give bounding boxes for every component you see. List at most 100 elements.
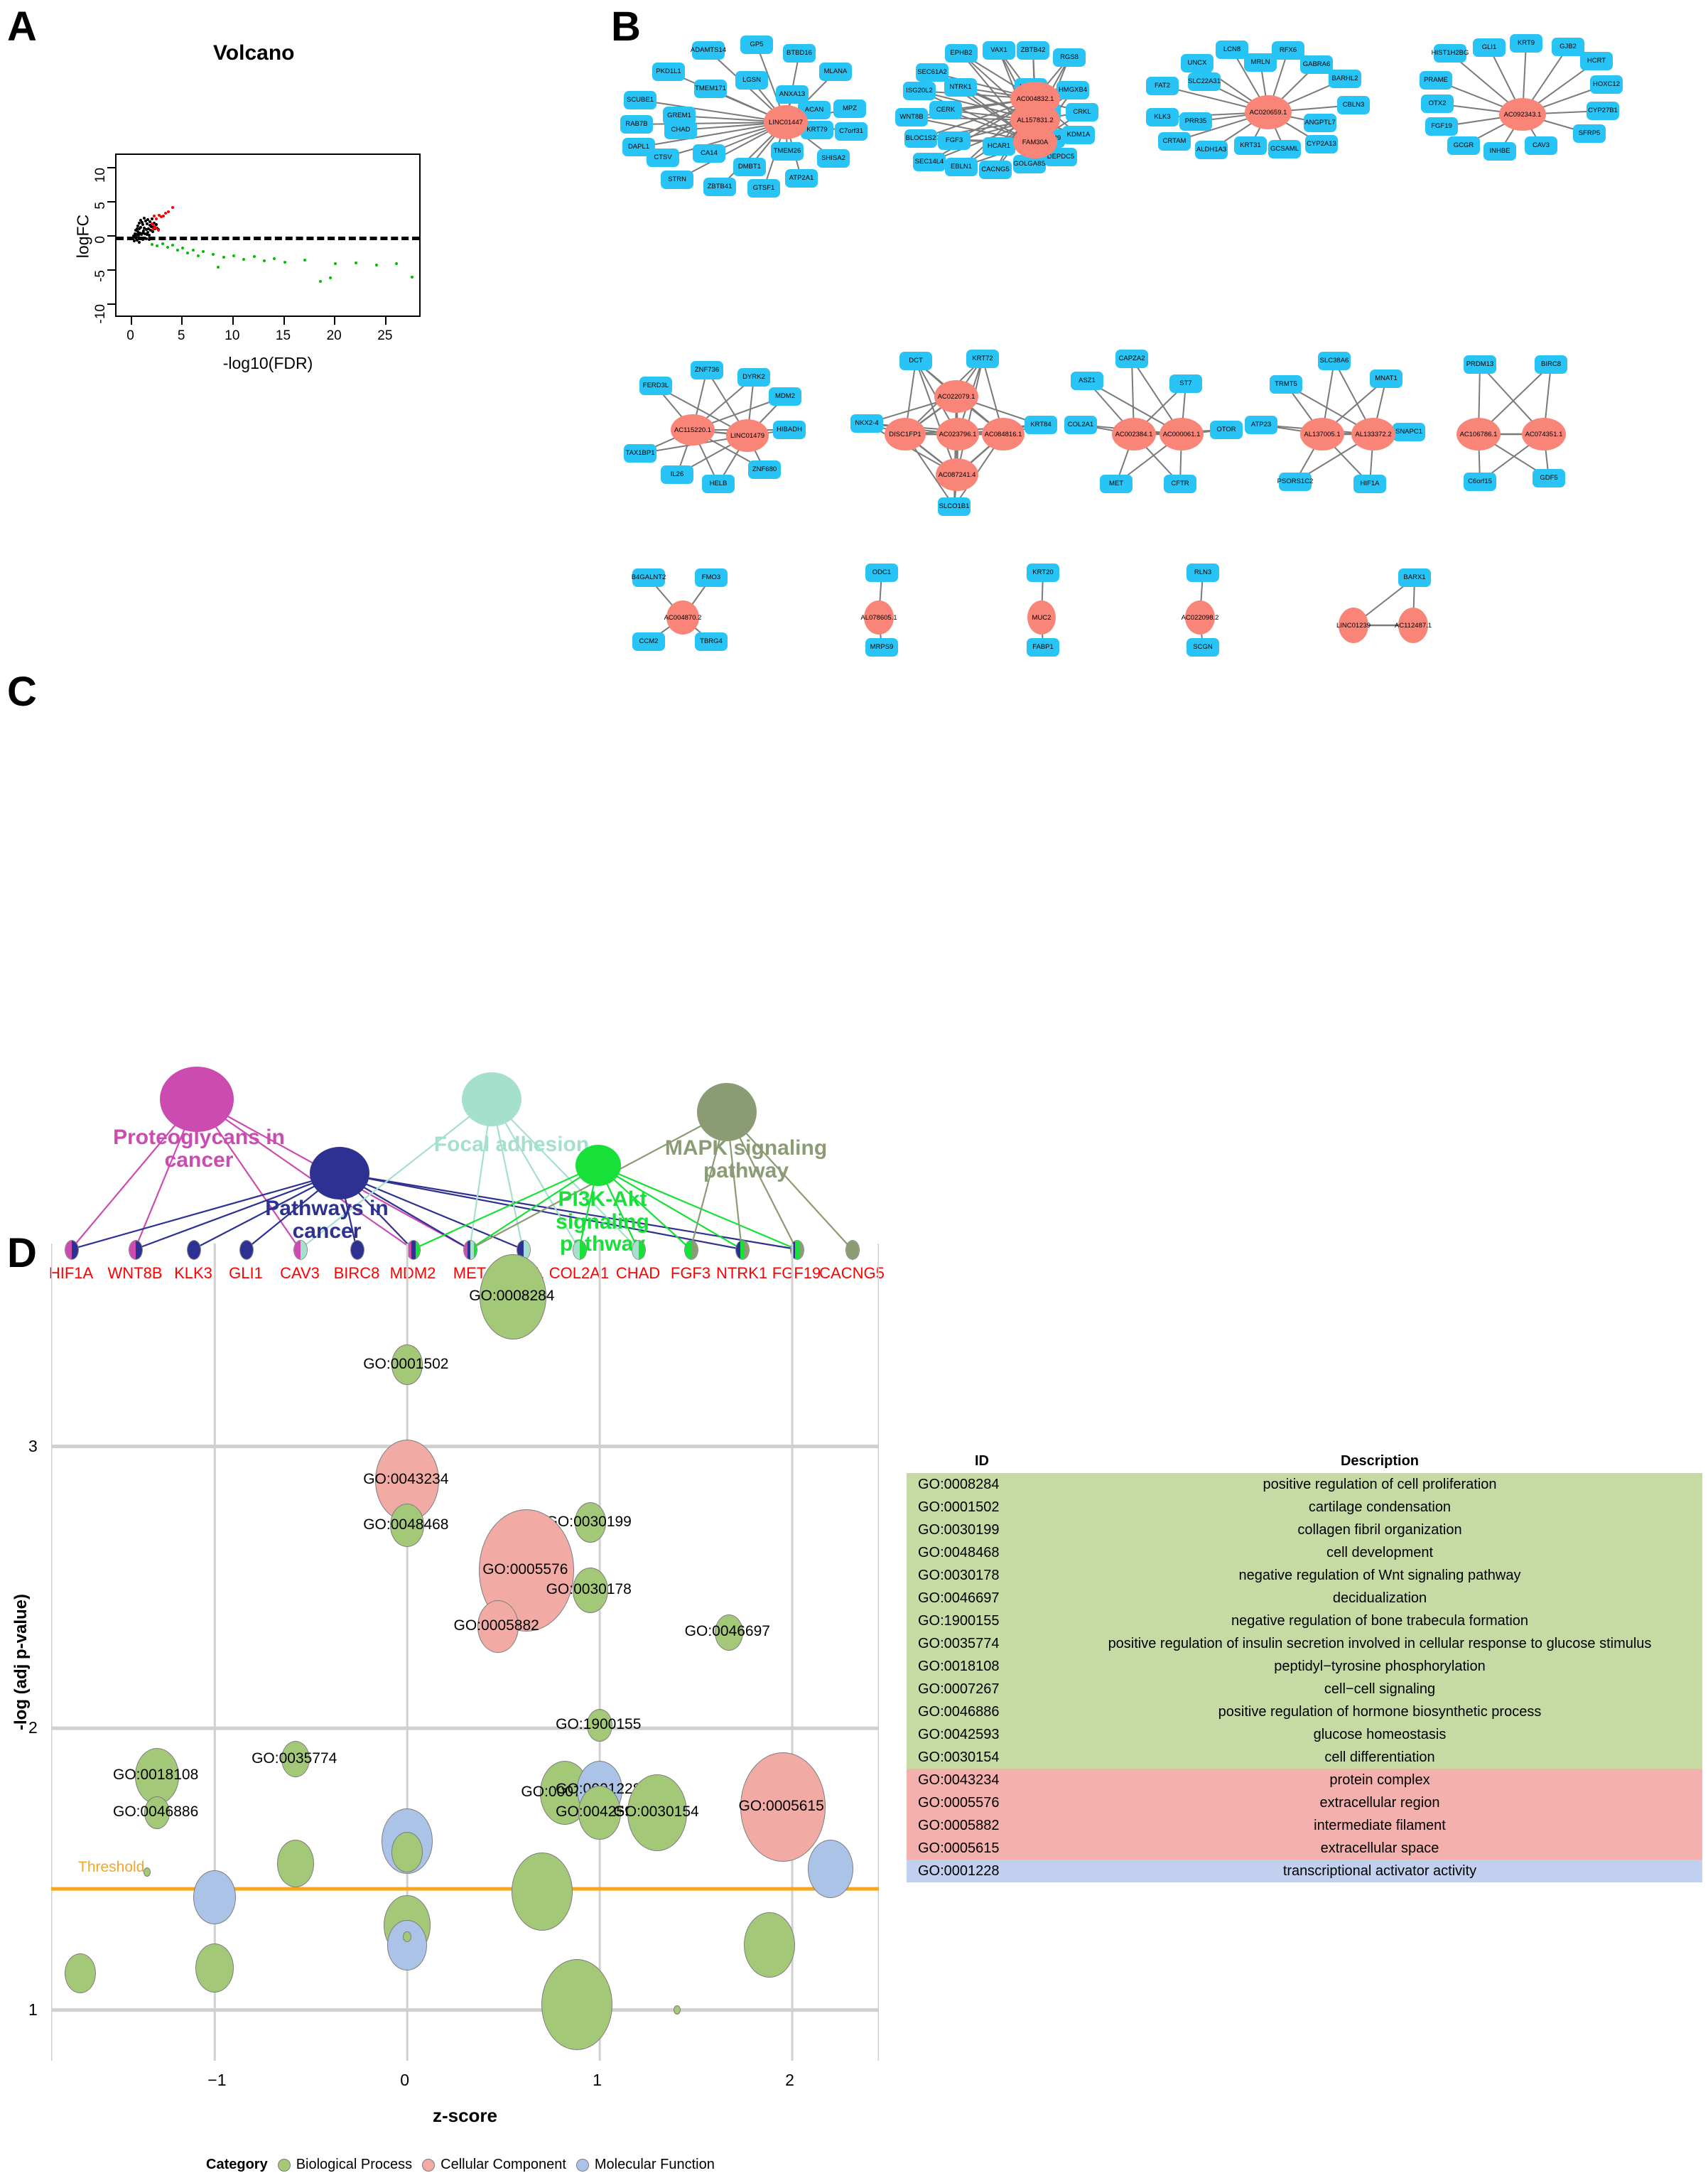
network-gene-node[interactable]: CRTAM	[1158, 132, 1191, 151]
network-gene-node[interactable]: MRPS9	[865, 638, 898, 657]
network-gene-node[interactable]: KRT9	[1510, 34, 1542, 53]
network-gene-node[interactable]: ATP2A1	[785, 169, 818, 188]
network-gene-node[interactable]: KLK3	[1146, 108, 1179, 126]
network-gene-node[interactable]: SEC61A2	[916, 63, 948, 82]
network-gene-node[interactable]: VAX1	[983, 41, 1015, 60]
network-gene-node[interactable]: KDM1A	[1062, 126, 1095, 144]
go-bubble[interactable]	[195, 1943, 234, 1993]
network-gene-node[interactable]: ODC1	[865, 564, 898, 582]
network-gene-node[interactable]: MET	[1100, 475, 1133, 493]
network-gene-node[interactable]: HIST1H2BG	[1434, 44, 1466, 63]
network-hub-node[interactable]: AC115220.1	[671, 414, 715, 446]
network-gene-node[interactable]: HMGXB4	[1056, 81, 1089, 99]
network-gene-node[interactable]: MDM2	[769, 387, 801, 406]
network-gene-node[interactable]: CCM2	[632, 632, 665, 651]
network-gene-node[interactable]: TRMT5	[1270, 375, 1302, 394]
network-gene-node[interactable]: NKX2-4	[850, 414, 883, 433]
network-gene-node[interactable]: GP5	[740, 36, 773, 54]
network-gene-node[interactable]: EPHB2	[945, 44, 978, 63]
go-bubble[interactable]	[541, 1959, 612, 2050]
network-gene-node[interactable]: OTOR	[1210, 421, 1243, 439]
go-bubble[interactable]	[391, 1832, 423, 1872]
network-hub-node[interactable]: AC020659.1	[1245, 95, 1292, 129]
network-gene-node[interactable]: BLOC1S2	[904, 129, 937, 148]
network-gene-node[interactable]: TMEM171	[694, 80, 727, 98]
network-gene-node[interactable]: TMEM26	[771, 142, 804, 161]
network-gene-node[interactable]: CERK	[929, 101, 962, 119]
network-hub-node[interactable]: AC022079.1	[934, 380, 978, 413]
network-gene-node[interactable]: ST7	[1169, 374, 1202, 393]
network-gene-node[interactable]: PSORS1C2	[1279, 473, 1312, 491]
network-gene-node[interactable]: DCT	[899, 352, 932, 370]
network-hub-node[interactable]: AC092343.1	[1499, 98, 1546, 131]
go-bubble[interactable]	[744, 1912, 795, 1978]
network-hub-node[interactable]: LINC01479	[726, 419, 769, 452]
network-gene-node[interactable]: GCSAML	[1268, 140, 1301, 158]
network-gene-node[interactable]: KRT20	[1027, 564, 1059, 582]
network-gene-node[interactable]: INHBE	[1483, 142, 1516, 161]
network-gene-node[interactable]: WNT8B	[895, 108, 928, 126]
network-gene-node[interactable]: FMO3	[695, 568, 728, 587]
network-gene-node[interactable]: CAPZA2	[1115, 350, 1148, 368]
go-bubble[interactable]	[193, 1870, 236, 1925]
network-gene-node[interactable]: SHISA2	[817, 149, 850, 168]
network-gene-node[interactable]: ASZ1	[1071, 372, 1103, 390]
network-gene-node[interactable]: ANGPTL7	[1304, 114, 1336, 132]
network-hub-node[interactable]: FAM30A	[1013, 126, 1057, 158]
network-gene-node[interactable]: CRKL	[1066, 103, 1098, 122]
network-gene-node[interactable]: GLI1	[1473, 38, 1506, 57]
network-gene-node[interactable]: ZNF680	[748, 460, 781, 479]
network-hub-node[interactable]: AC084816.1	[982, 418, 1025, 451]
network-gene-node[interactable]: EBLN1	[945, 158, 978, 176]
network-gene-node[interactable]: STRN	[661, 171, 693, 189]
network-hub-node[interactable]: AC004870.2	[666, 600, 699, 635]
network-gene-node[interactable]: DMBT1	[733, 158, 766, 176]
network-gene-node[interactable]: PRAME	[1420, 71, 1452, 90]
network-gene-node[interactable]: CTSV	[647, 149, 679, 167]
network-gene-node[interactable]: RGS8	[1053, 48, 1086, 67]
network-hub-node[interactable]: AL078605.1	[864, 600, 894, 635]
network-hub-node[interactable]: AC002384.1	[1112, 418, 1156, 451]
network-gene-node[interactable]: LGSN	[735, 71, 768, 90]
network-gene-node[interactable]: CYP27B1	[1587, 102, 1619, 120]
network-gene-node[interactable]: ZNF736	[691, 361, 723, 379]
legend-item[interactable]: Molecular Function	[576, 2157, 715, 2173]
network-gene-node[interactable]: MRLN	[1244, 53, 1277, 72]
network-gene-node[interactable]: HCAR1	[983, 137, 1015, 156]
go-bubble[interactable]	[387, 1920, 427, 1971]
pathway-node[interactable]	[310, 1147, 369, 1199]
network-hub-node[interactable]: AC000061.1	[1160, 418, 1204, 451]
go-bubble[interactable]	[674, 2005, 681, 2015]
network-gene-node[interactable]: FAT2	[1146, 77, 1179, 95]
network-gene-node[interactable]: NTRK1	[944, 78, 977, 97]
network-gene-node[interactable]: SNAPC1	[1393, 423, 1425, 441]
network-gene-node[interactable]: MNAT1	[1370, 370, 1402, 388]
network-hub-node[interactable]: AL133372.2	[1351, 418, 1395, 451]
network-gene-node[interactable]: BARHL2	[1329, 70, 1361, 88]
network-gene-node[interactable]: HCRT	[1580, 52, 1613, 70]
network-gene-node[interactable]: DYRK2	[737, 368, 770, 387]
network-gene-node[interactable]: GDF5	[1533, 469, 1565, 487]
network-hub-node[interactable]: MUC2	[1027, 600, 1056, 635]
network-gene-node[interactable]: RAB7B	[620, 115, 653, 134]
network-gene-node[interactable]: ADAMTS14	[692, 41, 725, 60]
network-gene-node[interactable]: LCN8	[1216, 41, 1248, 59]
network-gene-node[interactable]: CAV3	[1525, 136, 1557, 155]
network-gene-node[interactable]: OTX2	[1421, 95, 1454, 113]
legend-item[interactable]: Biological Process	[278, 2157, 412, 2173]
network-gene-node[interactable]: ZBTB41	[703, 178, 736, 196]
network-hub-node[interactable]: LINC01447	[764, 105, 808, 139]
pathway-node[interactable]	[160, 1067, 234, 1132]
network-gene-node[interactable]: BIRC8	[1535, 355, 1567, 374]
network-gene-node[interactable]: C7orf31	[835, 122, 867, 141]
network-gene-node[interactable]: SCGN	[1187, 638, 1219, 657]
network-hub-node[interactable]: DISC1FP1	[885, 418, 926, 451]
network-gene-node[interactable]: HIF1A	[1353, 475, 1386, 493]
network-hub-node[interactable]: AC074351.1	[1522, 418, 1566, 451]
network-gene-node[interactable]: MLANA	[819, 63, 852, 81]
network-gene-node[interactable]: FABP1	[1027, 638, 1059, 657]
network-hub-node[interactable]: AC106786.1	[1456, 418, 1501, 451]
network-gene-node[interactable]: TBRG4	[695, 632, 728, 651]
go-bubble[interactable]	[512, 1853, 573, 1931]
network-gene-node[interactable]: FERD3L	[639, 377, 672, 395]
